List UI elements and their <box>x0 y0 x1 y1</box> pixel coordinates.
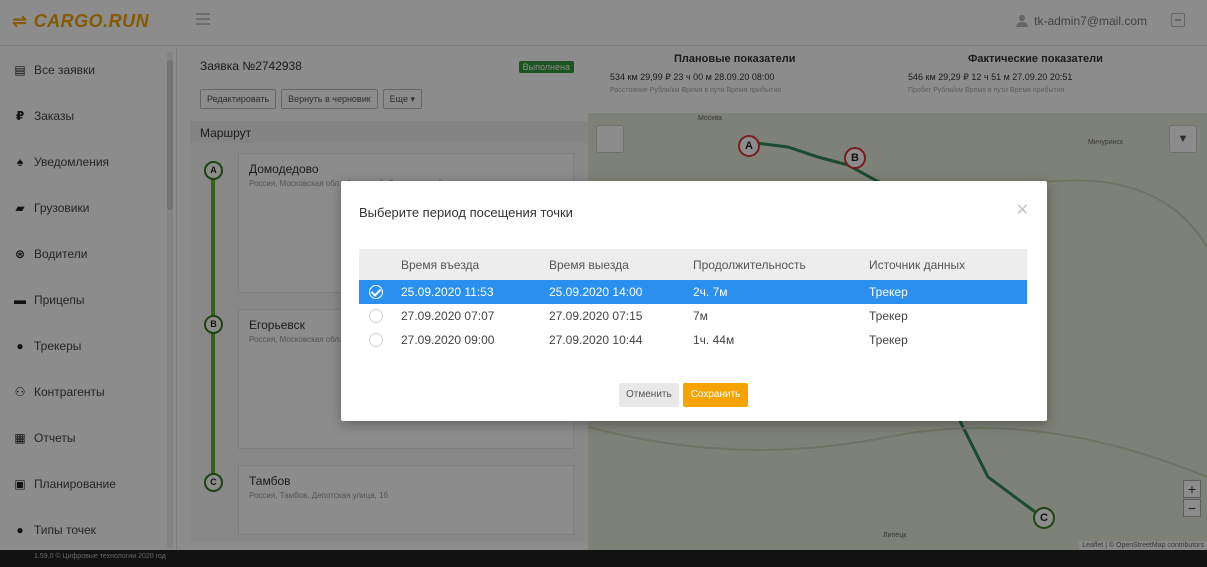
table-cell: 27.09.2020 07:07 <box>401 309 495 323</box>
row-radio[interactable] <box>369 309 383 323</box>
cancel-button[interactable]: Отменить <box>619 383 679 407</box>
row-radio-checked[interactable] <box>369 285 383 299</box>
table-cell: 27.09.2020 10:44 <box>549 333 643 347</box>
table-cell: Трекер <box>869 280 1027 304</box>
table-row[interactable]: 25.09.2020 11:53 25.09.2020 14:00 2ч. 7м… <box>359 280 1027 304</box>
table-row[interactable]: 27.09.2020 07:07 27.09.2020 07:15 7м Тре… <box>359 304 1027 328</box>
table-header: Продолжительность <box>693 249 869 280</box>
modal-title: Выберите период посещения точки <box>359 205 573 220</box>
table-header: Время въезда <box>401 249 549 280</box>
table-cell: 25.09.2020 11:53 <box>401 280 549 304</box>
table-cell: 2ч. 7м <box>693 280 869 304</box>
row-radio[interactable] <box>369 333 383 347</box>
row-select-cell[interactable] <box>359 280 401 304</box>
table-cell: 25.09.2020 14:00 <box>549 280 693 304</box>
row-select-cell[interactable] <box>359 328 401 352</box>
table-header-check <box>359 249 401 280</box>
table-header-row: Время въезда Время выезда Продолжительно… <box>359 249 1027 280</box>
table-cell: 27.09.2020 07:15 <box>549 309 643 323</box>
table-header: Время выезда <box>549 249 693 280</box>
table-cell: Трекер <box>869 333 908 347</box>
table-cell: Трекер <box>869 309 908 323</box>
save-button[interactable]: Сохранить <box>682 383 749 407</box>
row-select-cell[interactable] <box>359 304 401 328</box>
visit-period-table: Время въезда Время выезда Продолжительно… <box>359 249 1027 352</box>
table-row[interactable]: 27.09.2020 09:00 27.09.2020 10:44 1ч. 44… <box>359 328 1027 352</box>
visit-period-modal: Выберите период посещения точки ✕ Время … <box>341 181 1047 421</box>
modal-actions: Отменить Сохранить <box>619 383 749 407</box>
table-header: Источник данных <box>869 249 1027 280</box>
table-cell: 27.09.2020 09:00 <box>401 333 495 347</box>
close-icon[interactable]: ✕ <box>1016 203 1029 219</box>
table-cell: 1ч. 44м <box>693 333 735 347</box>
table-cell: 7м <box>693 309 708 323</box>
